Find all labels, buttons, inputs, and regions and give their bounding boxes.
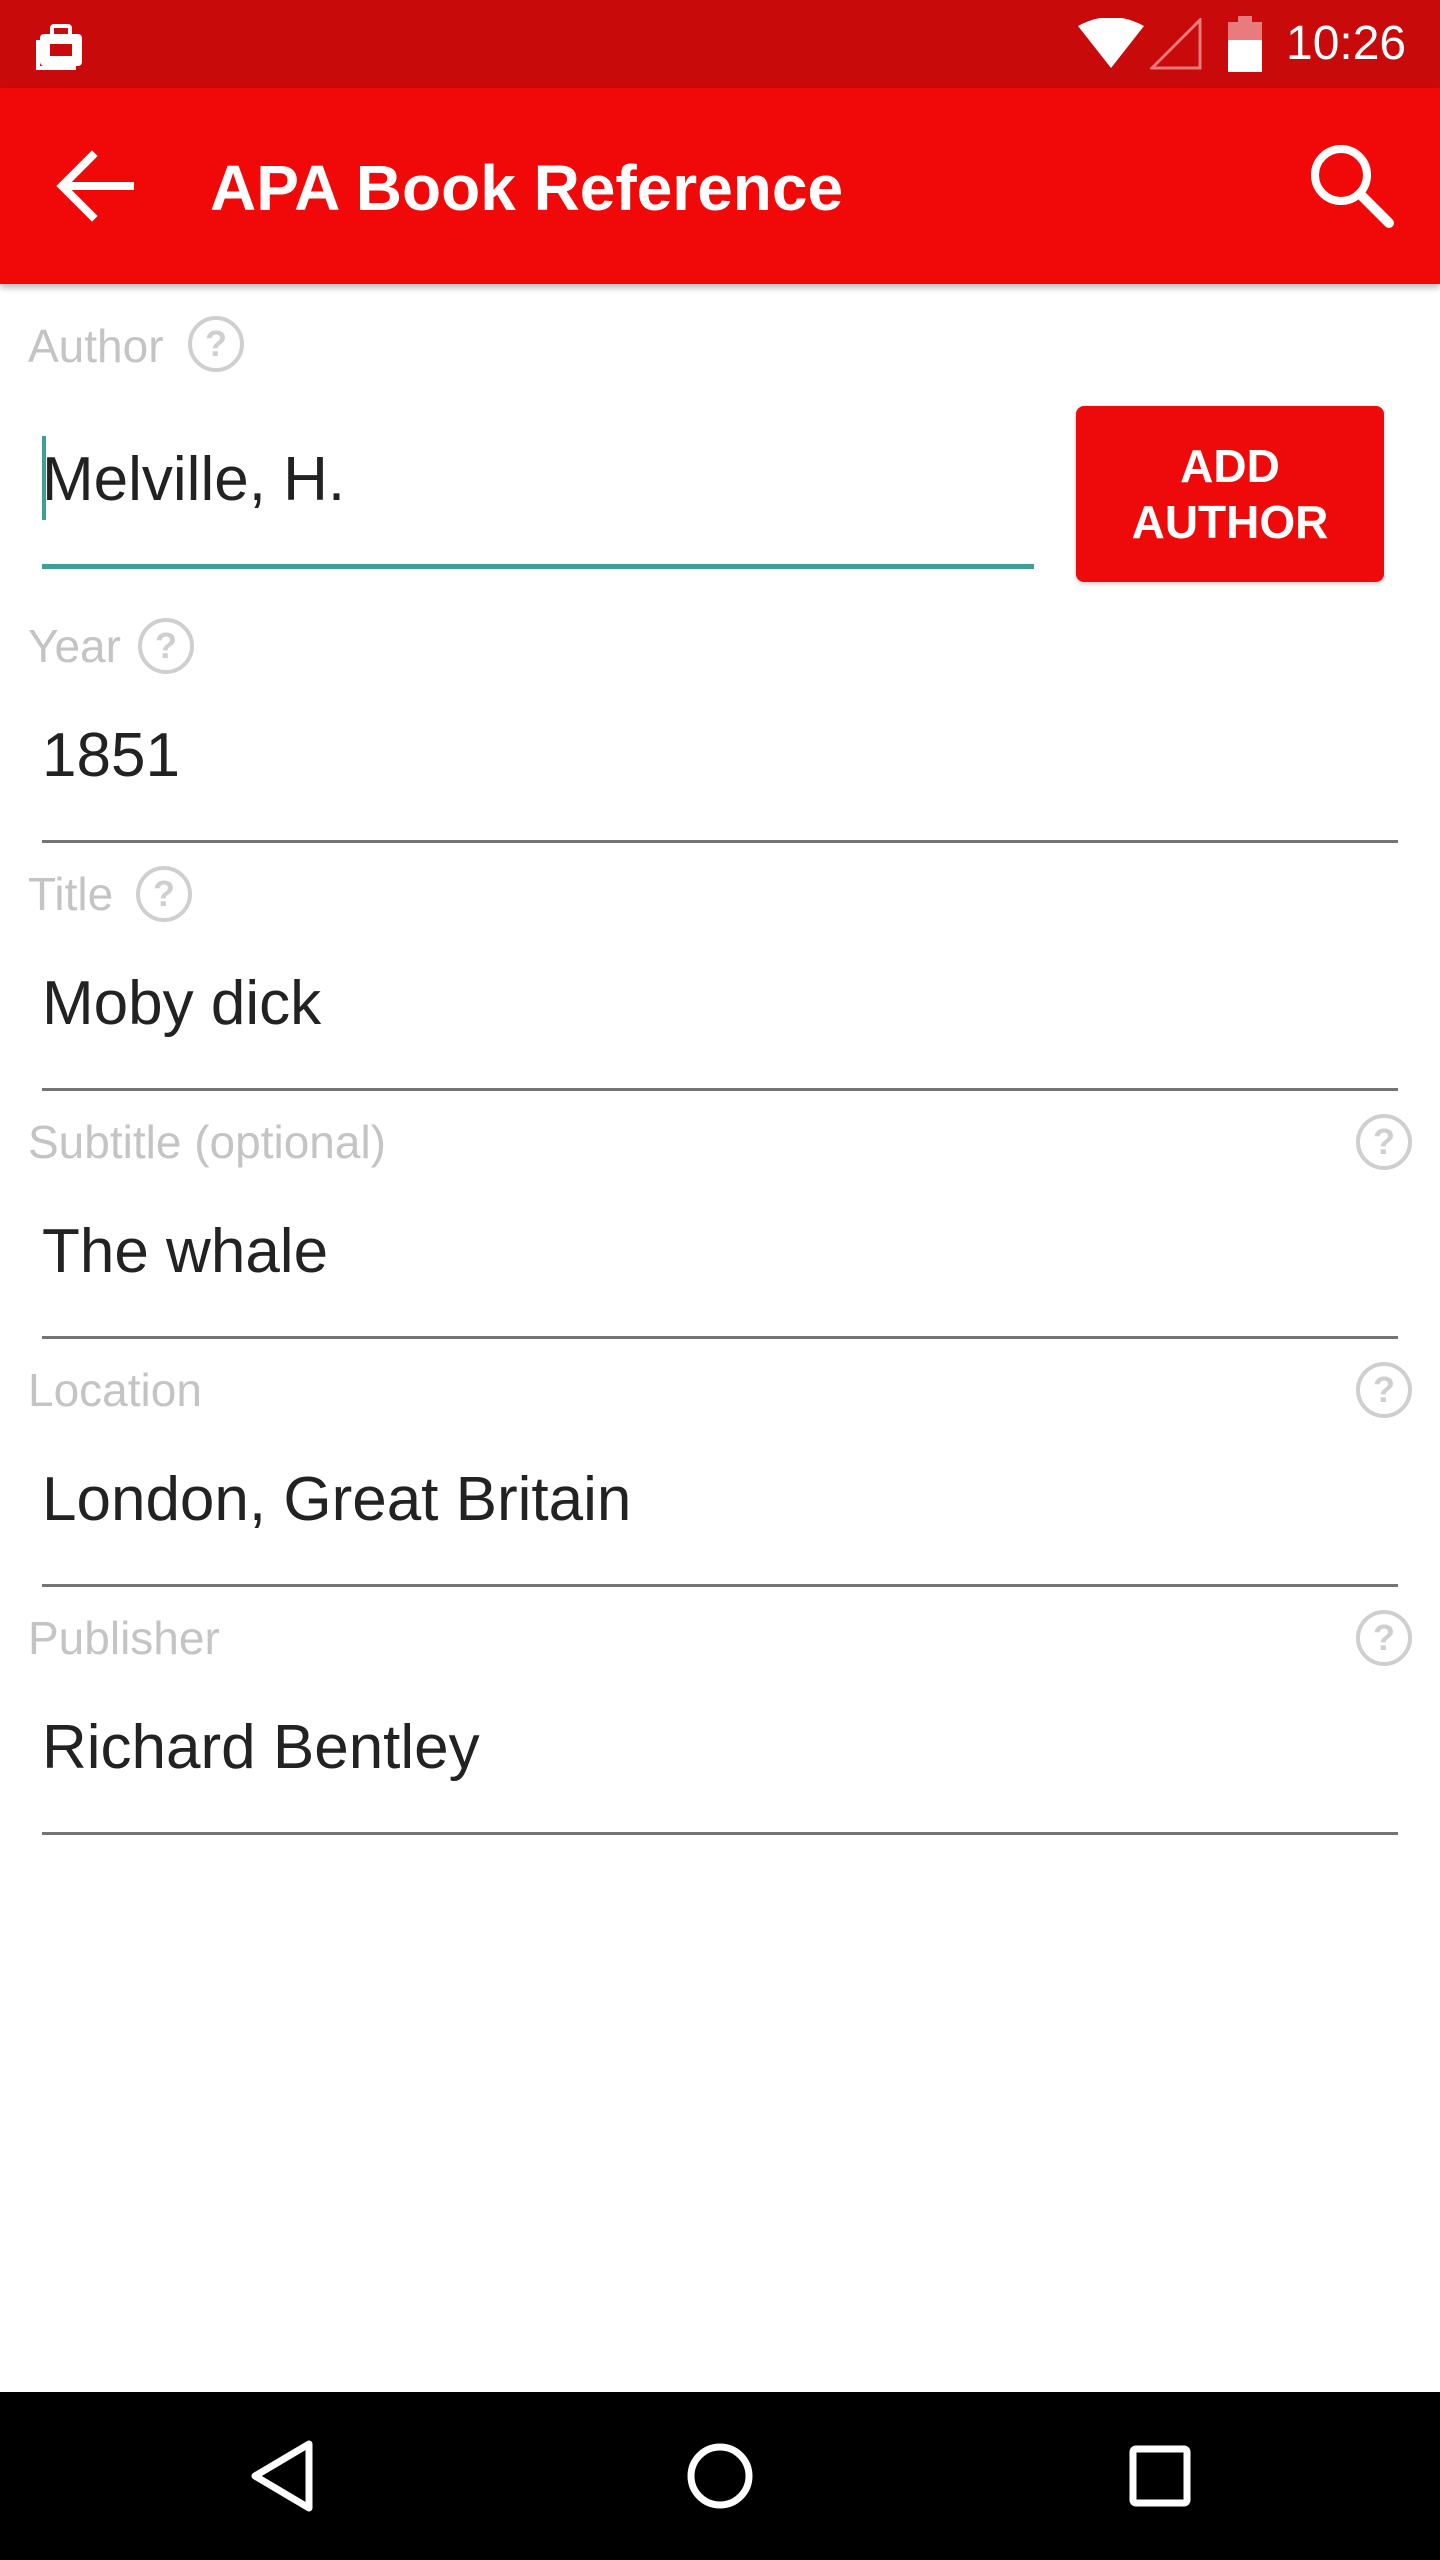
nav-back-button[interactable] bbox=[232, 2426, 332, 2526]
nav-back-icon bbox=[251, 2440, 313, 2512]
app-bar: APA Book Reference bbox=[0, 88, 1440, 284]
title-help-icon[interactable]: ? bbox=[136, 866, 192, 922]
publisher-label: Publisher bbox=[28, 1612, 220, 1664]
subtitle-underline bbox=[42, 1336, 1398, 1339]
location-label: Location bbox=[28, 1364, 202, 1416]
nav-recents-icon bbox=[1129, 2445, 1191, 2507]
year-label: Year bbox=[28, 620, 121, 672]
author-input[interactable]: Melville, H. bbox=[42, 442, 345, 518]
status-bar: 10:26 bbox=[0, 0, 1440, 88]
location-underline bbox=[42, 1584, 1398, 1587]
year-help-icon[interactable]: ? bbox=[138, 618, 194, 674]
subtitle-help-icon[interactable]: ? bbox=[1356, 1114, 1412, 1170]
wifi-icon bbox=[1078, 18, 1144, 68]
year-underline bbox=[42, 840, 1398, 843]
year-input[interactable]: 1851 bbox=[42, 718, 180, 794]
nav-home-icon bbox=[687, 2443, 753, 2509]
location-help-icon[interactable]: ? bbox=[1356, 1362, 1412, 1418]
author-label: Author bbox=[28, 320, 164, 372]
author-help-icon[interactable]: ? bbox=[188, 316, 244, 372]
search-icon bbox=[1311, 145, 1394, 228]
add-author-button[interactable]: ADD AUTHOR bbox=[1076, 406, 1384, 582]
back-button[interactable] bbox=[42, 134, 146, 238]
arrow-back-icon bbox=[56, 150, 134, 222]
nav-recents-button[interactable] bbox=[1110, 2426, 1210, 2526]
page-title: APA Book Reference bbox=[210, 152, 844, 224]
publisher-underline bbox=[42, 1832, 1398, 1835]
location-input[interactable]: London, Great Britain bbox=[42, 1462, 631, 1538]
subtitle-label: Subtitle (optional) bbox=[28, 1116, 386, 1168]
navigation-bar bbox=[0, 2392, 1440, 2560]
title-input[interactable]: Moby dick bbox=[42, 966, 321, 1042]
battery-icon bbox=[1228, 16, 1262, 72]
cell-signal-icon bbox=[1150, 18, 1202, 70]
subtitle-input[interactable]: The whale bbox=[42, 1214, 328, 1290]
author-underline bbox=[42, 564, 1034, 569]
title-label: Title bbox=[28, 868, 114, 920]
publisher-input[interactable]: Richard Bentley bbox=[42, 1710, 480, 1786]
briefcase-notification-icon bbox=[36, 24, 82, 70]
search-button[interactable] bbox=[1300, 134, 1400, 234]
status-time: 10:26 bbox=[1286, 17, 1407, 70]
title-underline bbox=[42, 1088, 1398, 1091]
publisher-help-icon[interactable]: ? bbox=[1356, 1610, 1412, 1666]
nav-home-button[interactable] bbox=[670, 2426, 770, 2526]
